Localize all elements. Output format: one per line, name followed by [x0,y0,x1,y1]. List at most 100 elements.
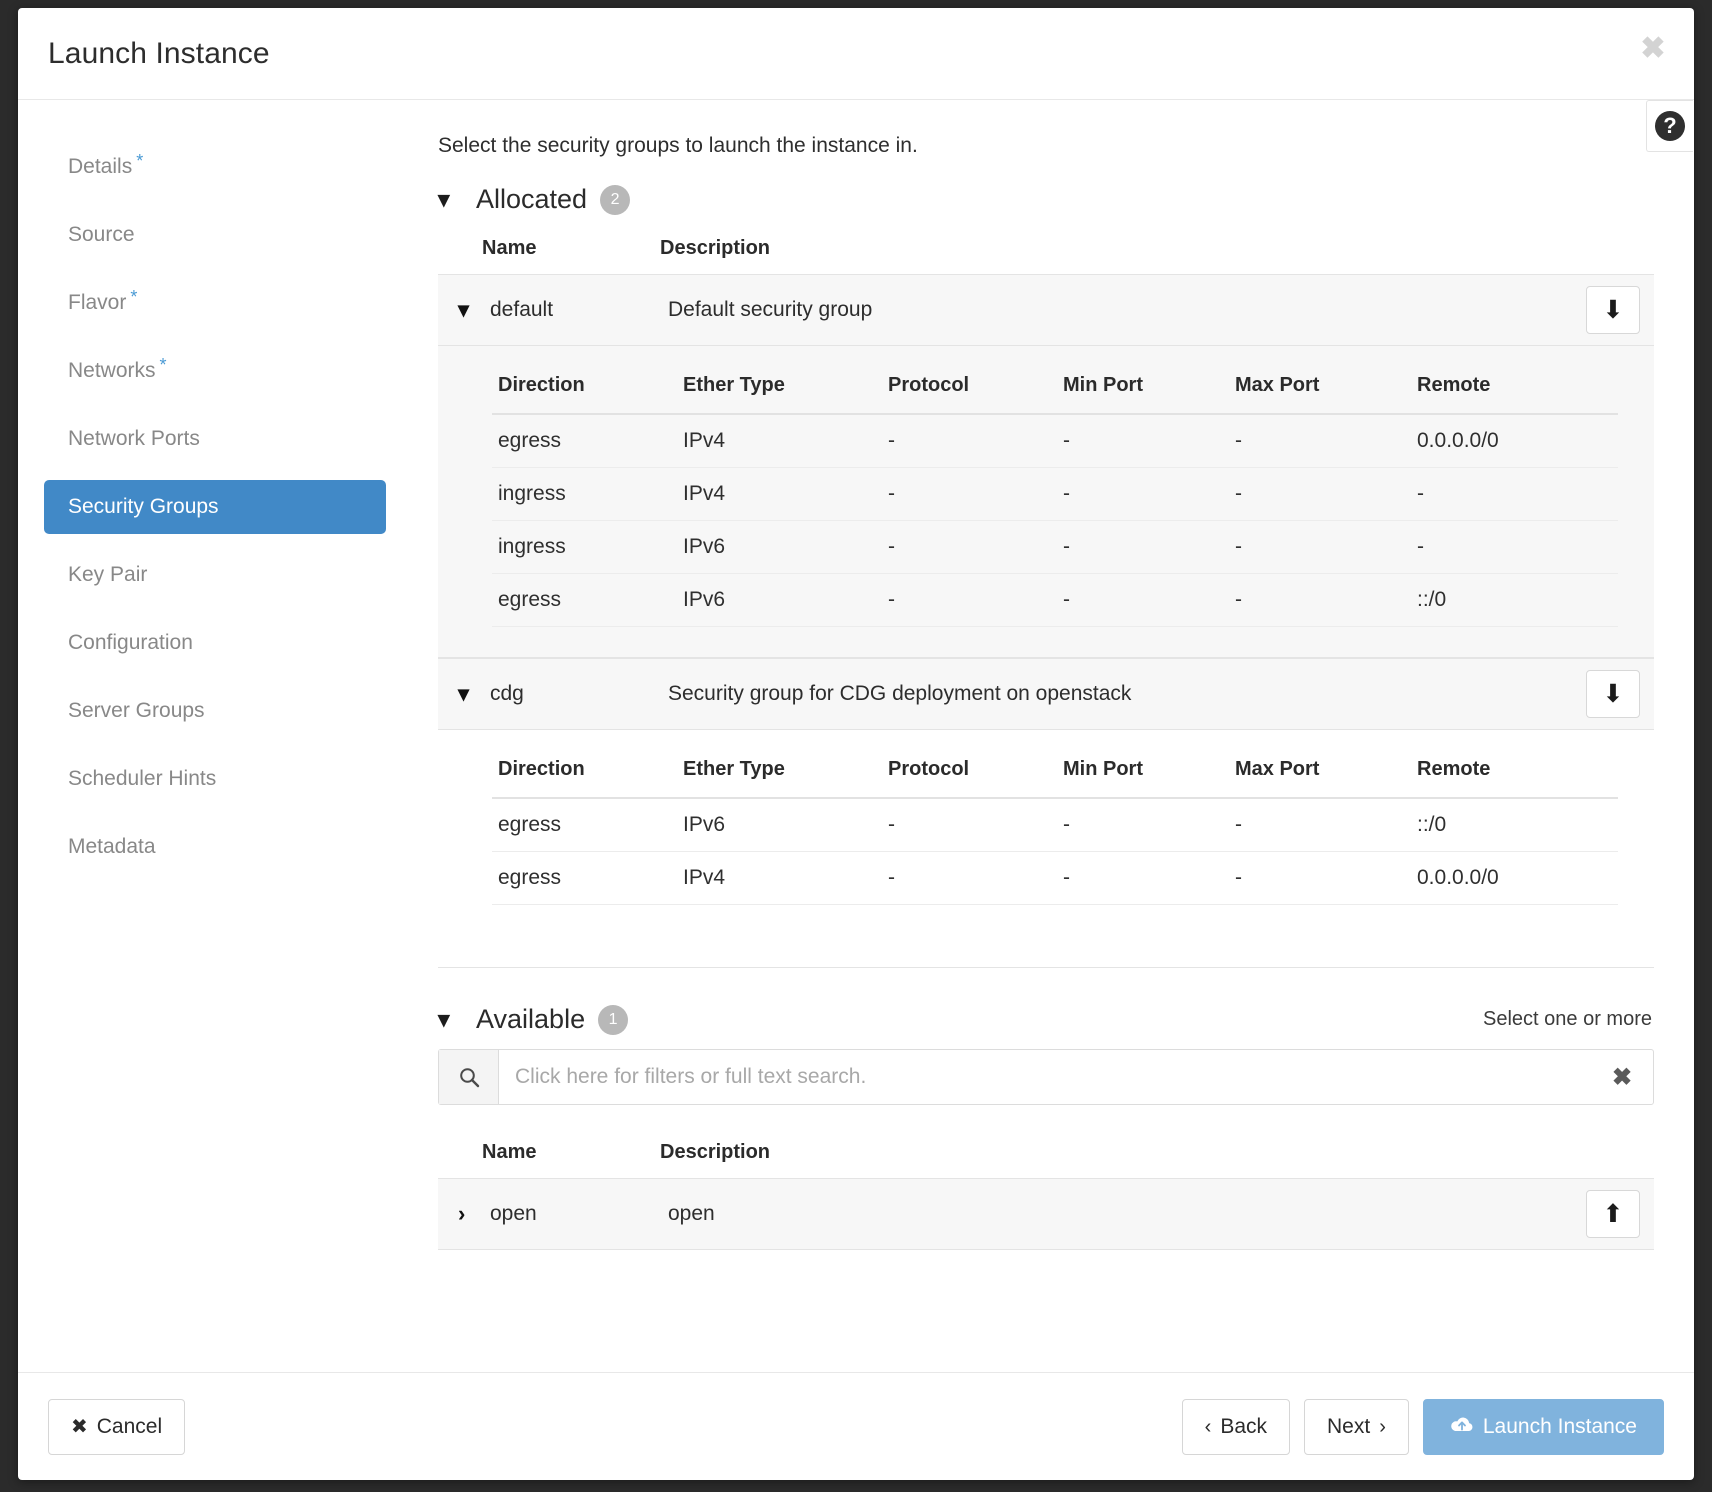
chevron-down-icon[interactable]: ▾ [438,188,464,211]
rule-cell-ether-type: IPv6 [677,573,882,627]
rule-cell-max-port: - [1229,798,1411,852]
rule-cell-remote: 0.0.0.0/0 [1411,414,1618,468]
sidebar-item-label: Scheduler Hints [68,767,217,790]
wizard-content: Select the security groups to launch the… [422,100,1694,1372]
rule-cell-ether-type: IPv6 [677,798,882,852]
security-group-row[interactable]: ▾ cdg Security group for CDG deployment on… [438,658,1654,730]
allocated-count-badge: 2 [600,184,631,215]
cloud-upload-icon [1450,1416,1474,1438]
rules-column-header: Ether Type [677,748,882,799]
rule-cell-protocol: - [882,851,1057,905]
allocated-title: Allocated [476,184,588,214]
modal-header: Launch Instance ✖ [18,8,1694,100]
security-group-row[interactable]: ▾ default Default security group ⬇ [438,274,1654,346]
sidebar-item-security-groups[interactable]: Security Groups [44,480,386,534]
question-mark-icon: ? [1655,111,1685,141]
rules-column-header: Min Port [1057,748,1229,799]
security-group-description: Default security group [668,298,873,321]
table-row: egress IPv4- - -0.0.0.0/0 [492,414,1618,468]
security-group-name: open [490,1202,537,1225]
chevron-right-icon: › [1379,1415,1386,1438]
available-count-badge: 1 [598,1004,629,1035]
search-input[interactable] [499,1050,1591,1104]
column-header-name: Name [482,1141,537,1163]
rule-cell-min-port: - [1057,467,1229,521]
sidebar-item-label: Network Ports [68,427,200,450]
sidebar-item-configuration[interactable]: Configuration [44,616,386,670]
rules-column-header: Remote [1411,748,1618,799]
rule-cell-max-port: - [1229,414,1411,468]
intro-text: Select the security groups to launch the… [438,134,918,157]
rules-column-header: Max Port [1229,748,1411,799]
sidebar-item-label: Networks [68,359,156,382]
security-group-description: open [668,1202,715,1225]
clear-icon[interactable]: ✖ [1591,1050,1653,1104]
available-table: Name Description › open open ⬆ [438,1131,1654,1250]
sidebar-item-details[interactable]: Details * [44,140,386,194]
column-header-description: Description [660,1141,771,1163]
cancel-button[interactable]: ✖ Cancel [48,1398,186,1455]
back-button[interactable]: ‹ Back [1181,1398,1291,1455]
allocated-table-header: Name Description [438,227,1654,274]
rule-cell-remote: - [1411,520,1618,574]
next-button-label: Next [1327,1414,1371,1438]
column-header-description: Description [660,237,771,259]
rules-column-header: Min Port [1057,364,1229,415]
close-icon[interactable]: ✖ [1634,30,1672,68]
available-section-header[interactable]: ▾ Available 1 Select one or more [438,1004,1654,1035]
allocated-table: Name Description ▾ default Default securit… [438,227,1654,939]
sidebar-item-networks[interactable]: Networks * [44,344,386,398]
rule-cell-remote: ::/0 [1411,573,1618,627]
allocated-section-header[interactable]: ▾ Allocated 2 [438,184,1654,215]
sidebar-item-label: Server Groups [68,699,205,722]
rule-cell-remote: ::/0 [1411,798,1618,852]
rule-cell-min-port: - [1057,520,1229,574]
rules-column-header: Direction [492,364,677,415]
sidebar-item-metadata[interactable]: Metadata [44,820,386,874]
chevron-down-icon[interactable]: ▾ [458,681,490,707]
rules-header-row: Direction Ether Type Protocol Min Port Max P… [492,364,1618,415]
sidebar-item-source[interactable]: Source [44,208,386,262]
sidebar-item-network-ports[interactable]: Network Ports [44,412,386,466]
table-row: egress IPv6- - -::/0 [492,798,1618,852]
help-button[interactable]: ? [1646,100,1693,152]
rules-column-header: Protocol [882,748,1057,799]
chevron-down-icon[interactable]: ▾ [438,1008,464,1031]
deallocate-arrow-down-icon[interactable]: ⬇ [1586,286,1640,334]
sidebar-item-scheduler-hints[interactable]: Scheduler Hints [44,752,386,806]
rule-cell-direction: egress [492,573,677,627]
section-divider [438,967,1654,968]
rule-cell-protocol: - [882,414,1057,468]
rule-cell-protocol: - [882,467,1057,521]
security-group-description: Security group for CDG deployment on ope… [668,682,1132,705]
launch-instance-modal: Launch Instance ✖ ? Details * Source Flavor… [18,8,1694,1480]
rules-column-header: Ether Type [677,364,882,415]
rule-cell-ether-type: IPv4 [677,414,882,468]
available-table-header: Name Description [438,1131,1654,1178]
table-row: ingress IPv6- - - - [492,520,1618,574]
sidebar-item-label: Configuration [68,631,193,654]
sidebar-item-server-groups[interactable]: Server Groups [44,684,386,738]
cancel-button-label: Cancel [96,1414,163,1438]
launch-instance-button[interactable]: Launch Instance [1422,1398,1664,1455]
sidebar-item-label: Key Pair [68,563,148,586]
sidebar-item-flavor[interactable]: Flavor * [44,276,386,330]
deallocate-arrow-down-icon[interactable]: ⬇ [1586,670,1640,718]
available-title: Available [476,1004,586,1034]
search-bar[interactable]: ✖ [438,1049,1654,1105]
table-row: ingress IPv4- - - - [492,467,1618,521]
chevron-right-icon[interactable]: › [458,1201,490,1227]
search-icon [439,1050,499,1104]
screen: Launch Instance ✖ ? Details * Source Flavor… [0,0,1712,1492]
rule-cell-remote: 0.0.0.0/0 [1411,851,1618,905]
security-group-row[interactable]: › open open ⬆ [438,1178,1654,1250]
next-button[interactable]: Next › [1304,1398,1409,1455]
chevron-down-icon[interactable]: ▾ [458,297,490,323]
allocate-arrow-up-icon[interactable]: ⬆ [1586,1190,1640,1238]
rule-cell-max-port: - [1229,573,1411,627]
required-asterisk-icon: * [136,150,144,171]
table-row: egress IPv6- - -::/0 [492,573,1618,627]
sidebar-item-key-pair[interactable]: Key Pair [44,548,386,602]
rules-column-header: Direction [492,748,677,799]
rule-cell-max-port: - [1229,467,1411,521]
